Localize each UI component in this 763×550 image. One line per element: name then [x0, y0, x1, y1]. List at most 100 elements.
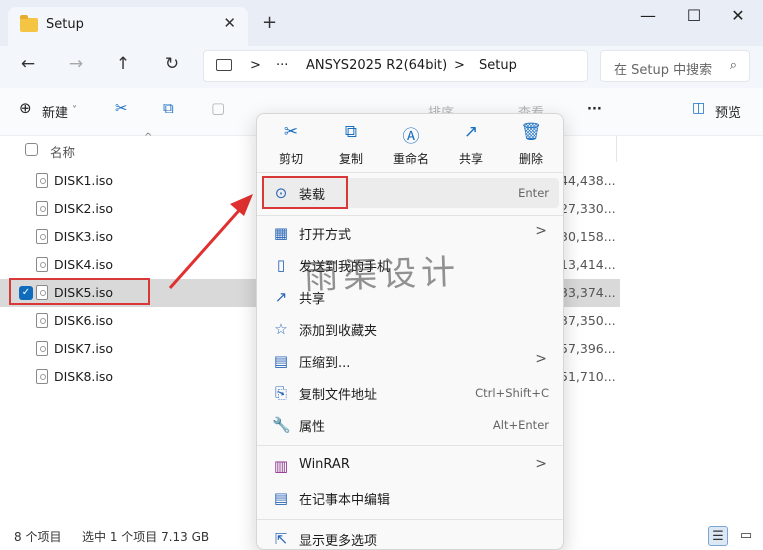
share-icon: ↗	[274, 288, 288, 306]
plus-icon[interactable]: ⊕	[19, 99, 32, 117]
navigation-bar: ← → ↑ ↻ > ··· ANSYS2025 R2(64bit) > Setu…	[0, 46, 763, 88]
file-size: 33,374...	[560, 285, 616, 300]
maximize-button[interactable]: ☐	[679, 6, 709, 25]
disc-image-file-icon	[36, 369, 48, 384]
quick-action-cut[interactable]: ✂ 剪切	[265, 122, 317, 167]
disc-image-file-icon	[36, 257, 48, 272]
quick-action-delete[interactable]: 🗑 删除	[505, 122, 557, 167]
cut-icon[interactable]: ✂	[115, 99, 128, 117]
shortcut-label: Alt+Enter	[492, 418, 549, 432]
sort-ascending-icon: ^	[144, 132, 153, 143]
minimize-button[interactable]: —	[633, 6, 663, 25]
new-tab-button[interactable]: +	[262, 12, 277, 33]
breadcrumb-ansys[interactable]: ANSYS2025 R2(64bit)	[306, 58, 447, 73]
preview-pane-icon: ◫	[692, 100, 706, 116]
shortcut-label: Enter	[518, 186, 549, 200]
copy-icon[interactable]: ⧉	[163, 99, 174, 117]
star-icon: ☆	[274, 320, 288, 338]
breadcrumb-chevron[interactable]: >	[250, 58, 261, 73]
tab-close-button[interactable]: ✕	[223, 14, 236, 32]
folder-icon	[20, 15, 38, 32]
file-name: DISK6.iso	[54, 313, 114, 328]
search-placeholder: 在 Setup 中搜索	[614, 63, 713, 78]
title-bar: Setup ✕ + — ☐ ✕	[0, 0, 763, 46]
breadcrumb-chevron[interactable]: >	[454, 58, 465, 73]
disc-image-file-icon	[36, 201, 48, 216]
menu-item-label: 添加到收藏夹	[299, 324, 378, 339]
breadcrumb-setup[interactable]: Setup	[479, 58, 517, 73]
open-with-icon: ▦	[273, 224, 289, 242]
copy-path-icon: ⎘	[274, 384, 287, 402]
back-button[interactable]: ←	[16, 54, 40, 74]
file-name: DISK4.iso	[54, 257, 114, 272]
menu-item-compress[interactable]: ▤ 压缩到... >	[263, 346, 559, 376]
menu-item-label: 复制文件地址	[299, 388, 378, 403]
menu-item-add-favorites[interactable]: ☆ 添加到收藏夹	[263, 314, 559, 344]
column-divider[interactable]	[616, 136, 617, 162]
menu-item-winrar[interactable]: ▥ WinRAR >	[263, 451, 559, 481]
delete-icon: 🗑	[520, 122, 542, 142]
column-name[interactable]: 名称	[50, 142, 75, 161]
winrar-icon: ▥	[273, 457, 289, 475]
details-view-icon[interactable]: ☰	[708, 526, 728, 546]
paste-icon[interactable]: ▢	[211, 99, 225, 117]
address-bar[interactable]: > ··· ANSYS2025 R2(64bit) > Setup	[203, 50, 588, 82]
up-button[interactable]: ↑	[111, 54, 135, 74]
chevron-right-icon: >	[535, 456, 547, 472]
highlight-box-selected-file	[9, 278, 150, 305]
watermark: 雨渠设计	[303, 252, 461, 298]
menu-item-label: 打开方式	[299, 228, 352, 243]
rename-icon: Ⓐ	[402, 127, 420, 147]
close-button[interactable]: ✕	[723, 6, 753, 25]
more-options-icon: ⇱	[274, 530, 288, 548]
file-name: DISK8.iso	[54, 369, 114, 384]
disc-image-file-icon	[36, 313, 48, 328]
breadcrumb-overflow[interactable]: ···	[276, 58, 288, 73]
disc-image-file-icon	[36, 229, 48, 244]
notepad-icon: ▤	[273, 489, 289, 507]
quick-action-label: 共享	[458, 152, 483, 166]
quick-action-label: 重命名	[392, 152, 429, 166]
more-options-button[interactable]: ···	[587, 102, 602, 117]
quick-action-copy[interactable]: ⧉ 复制	[325, 122, 377, 167]
file-size: 30,158...	[560, 229, 616, 244]
menu-item-open-with[interactable]: ▦ 打开方式 >	[263, 218, 559, 248]
menu-separator	[257, 215, 563, 216]
menu-item-copy-path[interactable]: ⎘ 复制文件地址 Ctrl+Shift+C	[263, 378, 559, 408]
file-size: 44,438...	[560, 173, 616, 188]
quick-action-rename[interactable]: Ⓐ 重命名	[385, 122, 437, 167]
quick-action-label: 剪切	[278, 152, 303, 166]
file-name: DISK7.iso	[54, 341, 114, 356]
selection-info: 选中 1 个项目 7.13 GB	[82, 530, 210, 544]
phone-icon: ▯	[276, 256, 286, 274]
quick-action-share[interactable]: ↗ 共享	[445, 122, 497, 167]
menu-separator	[257, 172, 563, 173]
refresh-button[interactable]: ↻	[160, 54, 184, 74]
quick-action-label: 复制	[338, 152, 363, 166]
select-all-checkbox[interactable]	[25, 143, 38, 156]
highlight-box-mount	[262, 176, 348, 209]
chevron-right-icon: >	[535, 223, 547, 239]
menu-item-show-more-options[interactable]: ⇱ 显示更多选项	[263, 524, 559, 549]
copy-icon: ⧉	[344, 122, 358, 142]
tab-title: Setup	[46, 17, 84, 32]
file-size: 57,396...	[560, 341, 616, 356]
quick-action-label: 删除	[518, 152, 543, 166]
tab-setup[interactable]: Setup ✕	[8, 7, 248, 46]
tiles-view-icon[interactable]: ▭	[736, 526, 756, 546]
file-name: DISK1.iso	[54, 173, 114, 188]
forward-button[interactable]: →	[64, 54, 88, 74]
zip-folder-icon: ▤	[273, 352, 289, 370]
menu-item-edit-notepad[interactable]: ▤ 在记事本中编辑	[263, 483, 559, 513]
new-button[interactable]: 新建	[42, 102, 68, 121]
menu-item-label: 属性	[299, 420, 326, 435]
cut-icon: ✂	[283, 122, 299, 142]
file-size: 13,414...	[560, 257, 616, 272]
shortcut-label: Ctrl+Shift+C	[475, 386, 549, 400]
chevron-down-icon: ˅	[72, 105, 77, 116]
preview-button[interactable]: 预览	[715, 102, 741, 121]
menu-item-properties[interactable]: 🔧 属性 Alt+Enter	[263, 410, 559, 440]
search-box[interactable]: 在 Setup 中搜索 ⌕	[600, 50, 750, 82]
menu-item-label: 显示更多选项	[299, 534, 378, 549]
item-count: 8 个项目	[14, 530, 62, 544]
